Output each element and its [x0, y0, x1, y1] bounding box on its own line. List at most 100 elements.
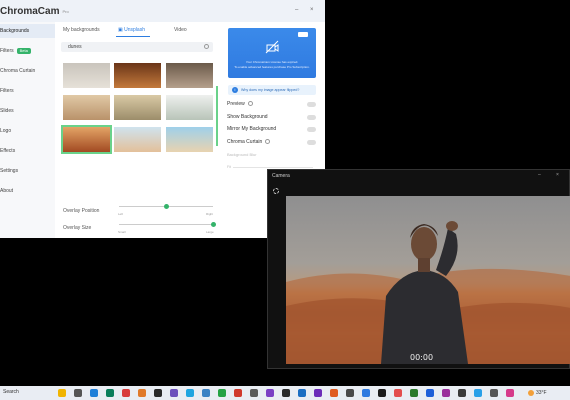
search-input[interactable]: dunes	[61, 42, 213, 52]
flipped-image-help-text: Why does my image appear flipped?	[241, 88, 300, 92]
camera-window: Camera – × 00:00	[267, 169, 570, 369]
sidebar-item-slides[interactable]: Slides	[0, 104, 55, 118]
tab-video[interactable]: Video	[174, 27, 187, 33]
sidebar-item-backgrounds[interactable]: Backgrounds	[0, 24, 55, 38]
info-icon: i	[232, 87, 238, 93]
tab-unsplash[interactable]: ▣ Unsplash	[118, 27, 145, 33]
background-thumbnail[interactable]	[166, 95, 213, 120]
chroma-curtain-toggle[interactable]	[307, 140, 316, 145]
sidebar-item-label: About	[0, 188, 14, 194]
sidebar-item-chroma-curtain[interactable]: Chroma Curtain	[0, 64, 55, 78]
taskbar-app-icon[interactable]	[314, 389, 322, 397]
taskbar-app-icon[interactable]	[298, 389, 306, 397]
camera-off-icon	[265, 40, 279, 54]
minimize-button[interactable]: –	[295, 7, 298, 13]
overlay-size-max: Large	[206, 230, 214, 234]
overlay-position-max: Right	[206, 212, 214, 216]
taskbar-search[interactable]: Search	[3, 389, 19, 395]
taskbar-app-icon[interactable]	[362, 389, 370, 397]
sidebar-item-label: Filters	[0, 48, 14, 54]
promo-line-2: To enable advanced features purchase Pro…	[234, 65, 310, 69]
sidebar-item-settings[interactable]: Settings	[0, 164, 55, 178]
preview-toggle[interactable]	[307, 102, 316, 107]
taskbar-app-icon[interactable]	[106, 389, 114, 397]
help-icon[interactable]	[247, 101, 253, 107]
search-icon[interactable]	[204, 44, 209, 49]
taskbar-app-icon[interactable]	[250, 389, 258, 397]
taskbar-app-icon[interactable]	[266, 389, 274, 397]
weather-icon[interactable]	[528, 390, 534, 396]
taskbar-app-icon[interactable]	[490, 389, 498, 397]
sidebar-item-label: Filters	[0, 88, 14, 94]
taskbar-app-icon[interactable]	[234, 389, 242, 397]
taskbar-app-icon[interactable]	[410, 389, 418, 397]
taskbar-app-icon[interactable]	[154, 389, 162, 397]
taskbar-app-icon[interactable]	[378, 389, 386, 397]
background-thumbnail[interactable]	[114, 95, 161, 120]
taskbar-app-icon[interactable]	[218, 389, 226, 397]
scrollbar[interactable]	[216, 86, 218, 146]
beta-badge: Beta	[16, 47, 31, 54]
taskbar-app-icon[interactable]	[186, 389, 194, 397]
sidebar-item-filters-beta[interactable]: Filters Beta	[0, 44, 55, 58]
preview-option: Preview	[227, 101, 253, 107]
preview-label: Preview	[227, 101, 245, 107]
camera-minimize-button[interactable]: –	[538, 172, 541, 178]
taskbar-app-icon[interactable]	[426, 389, 434, 397]
taskbar-app-icon[interactable]	[506, 389, 514, 397]
background-thumbnail[interactable]	[166, 127, 213, 152]
license-promo-banner[interactable]: Your ChromaCam License has expired. To e…	[228, 28, 316, 78]
settings-gear-icon[interactable]	[273, 188, 279, 194]
tab-my-backgrounds[interactable]: My backgrounds	[63, 27, 100, 33]
mirror-background-toggle[interactable]	[307, 127, 316, 132]
background-thumbnail-selected[interactable]	[61, 125, 112, 154]
background-thumbnail[interactable]	[166, 63, 213, 88]
tab-unsplash-label: Unsplash	[124, 27, 145, 33]
background-thumbnail[interactable]	[114, 127, 161, 152]
taskbar-app-icon[interactable]	[394, 389, 402, 397]
camera-preview	[286, 196, 570, 364]
taskbar-app-icon[interactable]	[74, 389, 82, 397]
background-thumbnail[interactable]	[63, 63, 110, 88]
taskbar-app-icon[interactable]	[138, 389, 146, 397]
background-blur-slider[interactable]	[233, 167, 313, 168]
background-thumbnail[interactable]	[63, 95, 110, 120]
taskbar-app-icon[interactable]	[58, 389, 66, 397]
chromacam-titlebar: ChromaCam Pro – ×	[0, 0, 325, 22]
taskbar-app-icon[interactable]	[90, 389, 98, 397]
overlay-position-label: Overlay Position	[63, 208, 100, 214]
taskbar-app-icon[interactable]	[122, 389, 130, 397]
camera-close-button[interactable]: ×	[556, 172, 559, 178]
taskbar-app-icon[interactable]	[474, 389, 482, 397]
taskbar-app-icon[interactable]	[202, 389, 210, 397]
background-thumbnail[interactable]	[114, 63, 161, 88]
promo-line-1: Your ChromaCam License has expired.	[245, 60, 299, 64]
sidebar-item-about[interactable]: About	[0, 184, 55, 198]
overlay-size-min: Small	[118, 230, 126, 234]
sidebar-item-logo[interactable]: Logo	[0, 124, 55, 138]
background-blur-min: Fit	[227, 165, 231, 169]
overlay-size-label: Overlay Size	[63, 225, 92, 231]
taskbar-app-icon[interactable]	[442, 389, 450, 397]
overlay-position-handle[interactable]	[163, 204, 169, 209]
taskbar-app-icon[interactable]	[330, 389, 338, 397]
camera-title: Camera	[272, 173, 290, 179]
taskbar-app-icon[interactable]	[282, 389, 290, 397]
show-background-toggle[interactable]	[307, 115, 316, 120]
close-button[interactable]: ×	[310, 7, 314, 13]
taskbar-app-icon[interactable]	[170, 389, 178, 397]
overlay-size-slider[interactable]	[119, 224, 213, 225]
help-icon[interactable]	[265, 139, 271, 145]
sidebar-item-effects[interactable]: Effects	[0, 144, 55, 158]
overlay-size-handle[interactable]	[210, 222, 216, 227]
flipped-image-help[interactable]: i Why does my image appear flipped?	[228, 85, 316, 95]
taskbar: Search 33°F	[0, 386, 570, 400]
background-blur-label: Background Blur	[227, 152, 257, 157]
search-value: dunes	[68, 44, 82, 50]
sidebar-item-label: Effects	[0, 148, 16, 154]
sidebar-item-filters[interactable]: Filters	[0, 84, 55, 98]
taskbar-app-icon[interactable]	[458, 389, 466, 397]
overlay-position-min: Left	[118, 212, 124, 216]
edition-label: Pro	[62, 8, 69, 14]
taskbar-app-icon[interactable]	[346, 389, 354, 397]
